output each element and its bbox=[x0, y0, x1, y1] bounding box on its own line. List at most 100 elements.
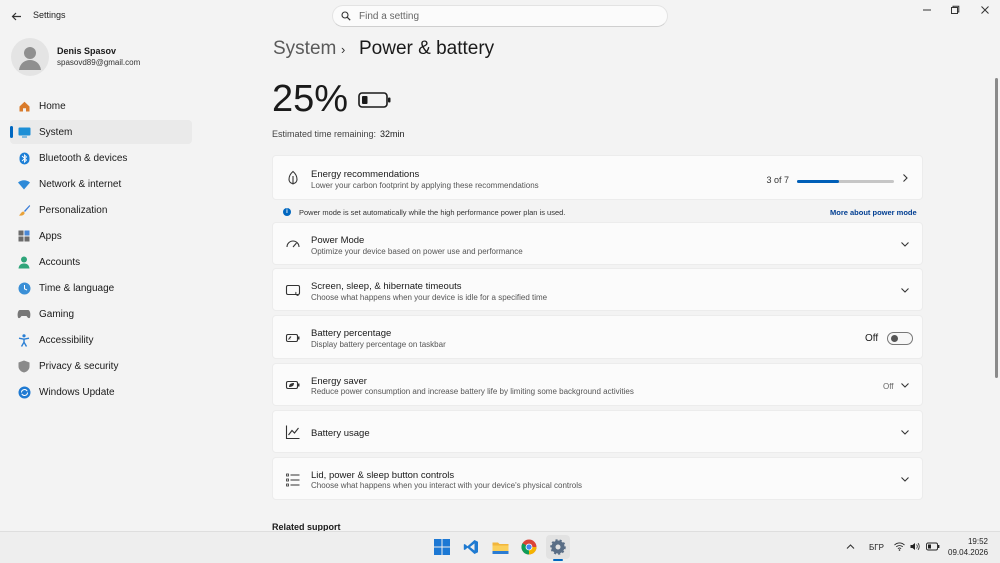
chevron-down-icon bbox=[901, 288, 909, 293]
sidebar-item-label: Windows Update bbox=[39, 386, 115, 398]
sidebar-item-accounts[interactable]: Accounts bbox=[10, 250, 192, 274]
lid-power-controls-card[interactable]: Lid, power & sleep button controls Choos… bbox=[272, 457, 923, 500]
gamepad-icon bbox=[17, 307, 31, 321]
accounts-icon bbox=[17, 255, 31, 269]
toggle-knob bbox=[891, 335, 898, 342]
battery-percentage-title: Battery percentage bbox=[311, 328, 392, 339]
battery-usage-card[interactable]: Battery usage bbox=[272, 410, 923, 453]
lid-power-title: Lid, power & sleep button controls bbox=[311, 470, 455, 481]
sidebar-item-gaming[interactable]: Gaming bbox=[10, 302, 192, 326]
energy-progress-fill bbox=[797, 180, 839, 183]
sidebar-item-home[interactable]: Home bbox=[10, 94, 192, 118]
sidebar-item-label: Time & language bbox=[39, 282, 115, 294]
wifi-icon bbox=[17, 177, 31, 191]
sidebar-item-label: Accounts bbox=[39, 256, 81, 268]
screen-sleep-timeouts-card[interactable]: Screen, sleep, & hibernate timeouts Choo… bbox=[272, 268, 923, 311]
close-icon bbox=[981, 6, 989, 14]
sidebar-item-apps[interactable]: Apps bbox=[10, 224, 192, 248]
timeouts-title: Screen, sleep, & hibernate timeouts bbox=[311, 281, 462, 292]
selection-indicator bbox=[10, 126, 13, 138]
power-mode-subtitle: Optimize your device based on power use … bbox=[311, 247, 523, 256]
energy-saver-icon bbox=[285, 380, 300, 390]
chevron-up-icon[interactable] bbox=[846, 543, 855, 550]
energy-progress-bar bbox=[797, 180, 894, 183]
info-icon: i bbox=[283, 208, 291, 216]
energy-title: Energy recommendations bbox=[311, 169, 420, 180]
minimize-button[interactable] bbox=[912, 0, 942, 20]
globe-clock-icon bbox=[17, 281, 31, 295]
settings-gear-icon bbox=[550, 539, 566, 555]
sidebar-item-privacy[interactable]: Privacy & security bbox=[10, 354, 192, 378]
energy-progress-label: 3 of 7 bbox=[766, 175, 789, 185]
start-button[interactable] bbox=[430, 535, 454, 559]
battery-tray-icon[interactable] bbox=[926, 542, 940, 551]
search-box[interactable] bbox=[332, 5, 668, 27]
volume-icon[interactable] bbox=[910, 542, 921, 551]
scrollbar[interactable] bbox=[995, 78, 998, 378]
sidebar-item-network[interactable]: Network & internet bbox=[10, 172, 192, 196]
list-icon bbox=[286, 473, 300, 487]
home-icon bbox=[17, 99, 31, 113]
close-button[interactable] bbox=[970, 0, 1000, 20]
taskbar-app-chrome[interactable] bbox=[517, 535, 541, 559]
battery-percentage-state: Off bbox=[865, 333, 879, 344]
search-icon bbox=[341, 11, 351, 21]
breadcrumb-parent[interactable]: System bbox=[273, 38, 336, 60]
user-avatar-icon bbox=[19, 47, 41, 70]
language-indicator[interactable]: БГР bbox=[869, 543, 884, 552]
page-title: Power & battery bbox=[359, 38, 495, 59]
sidebar-item-label: Home bbox=[39, 100, 66, 112]
sidebar-item-time-language[interactable]: Time & language bbox=[10, 276, 192, 300]
info-text: Power mode is set automatically while th… bbox=[299, 208, 566, 217]
app-title: Settings bbox=[33, 10, 66, 20]
accessibility-icon bbox=[17, 333, 31, 347]
timeouts-subtitle: Choose what happens when your device is … bbox=[311, 293, 548, 302]
back-arrow-icon bbox=[11, 12, 21, 20]
battery-percentage-subtitle: Display battery percentage on taskbar bbox=[311, 340, 446, 349]
sidebar-item-personalization[interactable]: Personalization bbox=[10, 198, 192, 222]
sidebar-item-windows-update[interactable]: Windows Update bbox=[10, 380, 192, 404]
battery-percentage-card: Battery percentage Display battery perce… bbox=[272, 315, 923, 359]
chart-icon bbox=[285, 425, 300, 440]
windows-start-icon bbox=[434, 539, 450, 555]
sidebar-item-label: Personalization bbox=[39, 204, 108, 216]
chevron-down-icon bbox=[901, 383, 909, 388]
sidebar-item-bluetooth[interactable]: Bluetooth & devices bbox=[10, 146, 192, 170]
sidebar-item-label: Network & internet bbox=[39, 178, 122, 190]
power-mode-title: Power Mode bbox=[311, 235, 365, 246]
tray-date[interactable]: 09.04.2026 bbox=[948, 548, 988, 557]
taskbar-app-settings[interactable] bbox=[546, 535, 570, 559]
avatar[interactable] bbox=[11, 38, 49, 76]
power-mode-card[interactable]: Power Mode Optimize your device based on… bbox=[272, 222, 923, 265]
battery-icon bbox=[358, 92, 391, 108]
energy-recommendations-card[interactable]: Energy recommendations Lower your carbon… bbox=[272, 155, 923, 200]
sidebar-item-label: Apps bbox=[39, 230, 62, 242]
wifi-tray-icon[interactable] bbox=[894, 542, 905, 551]
energy-saver-subtitle: Reduce power consumption and increase ba… bbox=[311, 387, 634, 396]
search-input[interactable] bbox=[359, 10, 639, 22]
more-about-power-mode-link[interactable]: More about power mode bbox=[830, 208, 917, 217]
apps-icon bbox=[17, 229, 31, 243]
battery-percentage-toggle[interactable] bbox=[887, 332, 913, 345]
energy-saver-card[interactable]: Energy saver Reduce power consumption an… bbox=[272, 363, 923, 406]
sidebar-item-accessibility[interactable]: Accessibility bbox=[10, 328, 192, 352]
restore-button[interactable] bbox=[940, 0, 970, 20]
estimate-label: Estimated time remaining: bbox=[272, 129, 377, 139]
back-button[interactable] bbox=[6, 6, 26, 26]
chevron-down-icon bbox=[901, 242, 909, 247]
lid-power-subtitle: Choose what happens when you interact wi… bbox=[311, 481, 583, 490]
sidebar-item-system[interactable]: System bbox=[10, 120, 192, 144]
sidebar-item-label: System bbox=[39, 126, 73, 138]
taskbar-app-vscode[interactable] bbox=[459, 535, 483, 559]
energy-saver-state: Off bbox=[883, 382, 894, 391]
sidebar-item-label: Privacy & security bbox=[39, 360, 119, 372]
brush-icon bbox=[17, 203, 31, 217]
update-icon bbox=[17, 385, 31, 399]
tray-time[interactable]: 19:52 bbox=[960, 537, 988, 546]
taskbar-app-file-explorer[interactable] bbox=[488, 535, 512, 559]
leaf-icon bbox=[288, 170, 298, 185]
battery-usage-title: Battery usage bbox=[311, 428, 370, 439]
minimize-icon bbox=[923, 9, 931, 11]
estimate-value: 32min bbox=[380, 129, 405, 139]
sidebar-item-label: Bluetooth & devices bbox=[39, 152, 128, 164]
